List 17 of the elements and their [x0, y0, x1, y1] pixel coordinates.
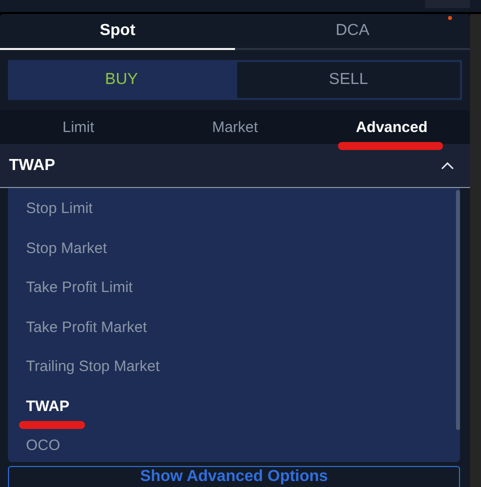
order-type-tab[interactable]: Market [212, 118, 258, 136]
dropdown-option[interactable]: OCO [26, 437, 60, 454]
dropdown-option[interactable]: Take Profit Limit [26, 279, 133, 296]
order-type-tab[interactable]: Limit [62, 118, 94, 136]
notification-dot [448, 16, 452, 20]
mode-tab[interactable]: DCA [235, 14, 470, 50]
dropdown-option[interactable]: Trailing Stop Market [26, 358, 160, 376]
sell-button[interactable]: SELL [235, 60, 462, 100]
scrollbar[interactable] [456, 190, 460, 430]
dropdown-option[interactable]: Take Profit Market [26, 318, 147, 336]
dropdown-option[interactable]: TWAP [26, 398, 70, 415]
order-type-tab[interactable]: Advanced [356, 118, 428, 136]
dropdown-option[interactable]: Stop Market [26, 240, 107, 257]
order-type-select[interactable]: TWAP [0, 144, 470, 188]
mode-tab[interactable]: Spot [0, 14, 235, 50]
dropdown-option[interactable]: Stop Limit [26, 200, 93, 218]
show-advanced-options-button[interactable]: Show Advanced Options [8, 466, 460, 487]
